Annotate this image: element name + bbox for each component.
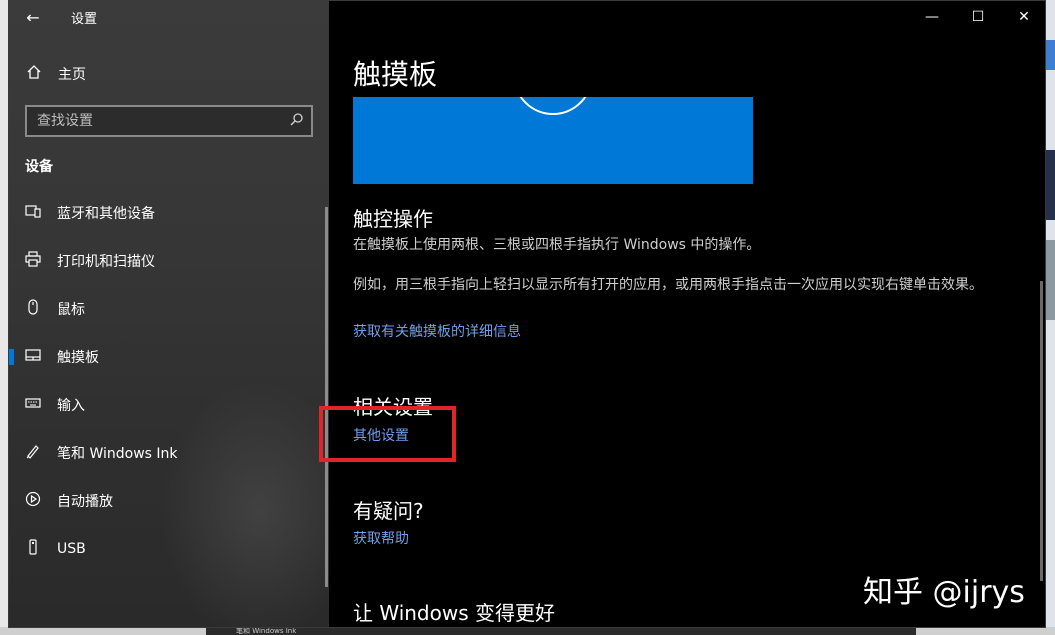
improve-windows-heading: 让 Windows 变得更好	[353, 601, 555, 625]
printer-icon	[25, 251, 41, 271]
back-button[interactable]: ←	[9, 1, 57, 33]
close-icon: ✕	[1018, 9, 1030, 25]
desktop-background-left	[0, 0, 8, 635]
pen-icon	[25, 443, 41, 463]
desktop-background-bottom: 笔和 Windows Ink	[0, 627, 1055, 635]
close-button[interactable]: ✕	[1001, 1, 1045, 33]
minimize-button[interactable]: —	[909, 1, 955, 33]
sidebar-item-label: 自动播放	[57, 494, 113, 510]
sidebar-item-label: 打印机和扫描仪	[57, 254, 155, 270]
search-box[interactable]	[25, 105, 313, 137]
sidebar-item-mouse[interactable]: 鼠标	[9, 285, 329, 333]
sidebar-item-usb[interactable]: USB	[9, 525, 329, 573]
main-content: — ☐ ✕ 触摸板 触控操作 在触摸板上使用两根、三根或四根手指执行 Windo…	[319, 1, 1045, 627]
watermark: 知乎 @ijrys	[863, 575, 1025, 610]
sidebar-item-label: 主页	[58, 67, 86, 83]
sidebar-item-label: 触摸板	[57, 350, 99, 366]
home-icon	[26, 64, 42, 84]
autoplay-icon	[25, 491, 41, 511]
search-icon[interactable]	[290, 112, 303, 130]
sidebar-item-label: 蓝牙和其他设备	[57, 206, 155, 222]
sidebar-nav: 蓝牙和其他设备 打印机和扫描仪 鼠标 触摸板 输入 笔和 Windows Ink…	[9, 189, 329, 573]
touch-ops-description: 在触摸板上使用两根、三根或四根手指执行 Windows 中的操作。	[353, 237, 761, 253]
sidebar-scrollbar[interactable]	[325, 207, 328, 587]
sidebar-item-label: 输入	[57, 398, 85, 414]
touchpad-illustration	[353, 97, 753, 184]
title-bar: ← 设置	[9, 1, 329, 33]
background-window-peek: 笔和 Windows Ink	[206, 627, 916, 635]
bluetooth-devices-icon	[25, 203, 41, 223]
touchpad-info-link[interactable]: 获取有关触摸板的详细信息	[353, 321, 521, 341]
maximize-button[interactable]: ☐	[955, 1, 1001, 33]
sidebar-item-autoplay[interactable]: 自动播放	[9, 477, 329, 525]
touchpad-icon	[25, 347, 41, 367]
highlight-annotation	[319, 406, 456, 462]
main-scrollbar[interactable]	[1040, 281, 1043, 581]
section-heading: 设备	[25, 159, 53, 175]
sidebar-item-touchpad[interactable]: 触摸板	[9, 333, 329, 381]
sidebar-item-printers[interactable]: 打印机和扫描仪	[9, 237, 329, 285]
sidebar-item-bluetooth[interactable]: 蓝牙和其他设备	[9, 189, 329, 237]
keyboard-icon	[25, 395, 41, 415]
get-help-link[interactable]: 获取帮助	[353, 528, 409, 548]
touch-circle-graphic	[513, 97, 593, 115]
sidebar-item-pen[interactable]: 笔和 Windows Ink	[9, 429, 329, 477]
page-title: 触摸板	[353, 58, 438, 91]
questions-heading: 有疑问?	[353, 499, 424, 523]
touch-ops-example: 例如，用三根手指向上轻扫以显示所有打开的应用，或用两根手指点击一次应用以实现右键…	[353, 277, 983, 293]
mouse-icon	[25, 299, 41, 319]
minimize-icon: —	[925, 9, 939, 25]
sidebar-item-home[interactable]: 主页	[9, 57, 329, 91]
sidebar-item-label: 笔和 Windows Ink	[57, 446, 178, 462]
maximize-icon: ☐	[971, 9, 985, 25]
desktop-background-right	[1046, 0, 1055, 635]
sidebar-item-typing[interactable]: 输入	[9, 381, 329, 429]
search-input[interactable]	[37, 113, 277, 129]
touch-ops-heading: 触控操作	[353, 207, 433, 231]
usb-icon	[25, 539, 41, 559]
sidebar-item-label: 鼠标	[57, 302, 85, 318]
sidebar-item-label: USB	[57, 541, 86, 557]
settings-window: ← 设置 主页 设备 蓝牙和其他设备	[8, 0, 1046, 628]
back-arrow-icon: ←	[26, 7, 40, 27]
window-controls: — ☐ ✕	[909, 1, 1045, 33]
sidebar: ← 设置 主页 设备 蓝牙和其他设备	[9, 1, 359, 627]
app-title: 设置	[71, 11, 98, 27]
